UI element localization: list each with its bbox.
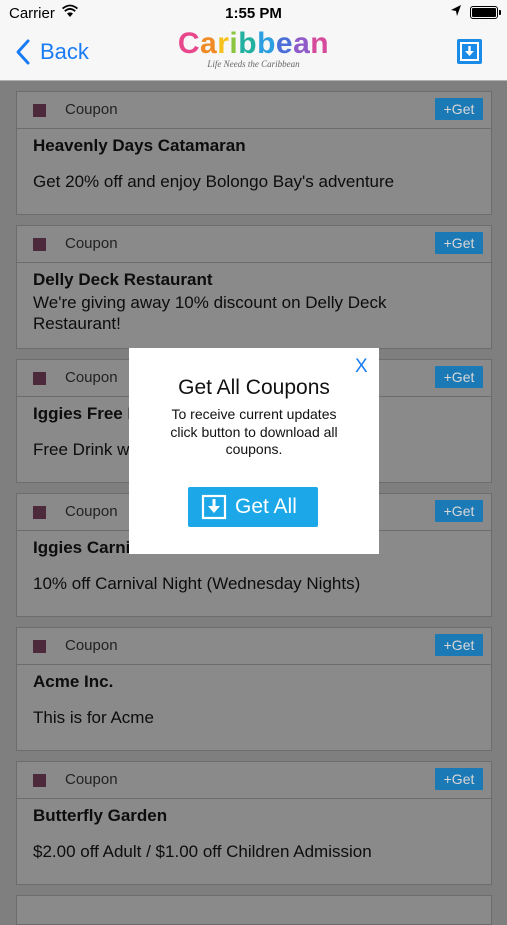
coupon-card: Coupon +Get Delly Deck Restaurant We're … (16, 225, 492, 349)
coupon-title: Delly Deck Restaurant (33, 270, 213, 289)
coupon-title: Iggies Free D (33, 404, 140, 423)
coupon-description: Get 20% off and enjoy Bolongo Bay's adve… (33, 172, 395, 191)
coupon-title: Butterfly Garden (33, 806, 168, 825)
app-logo: Caribbean Life Needs the Caribbean (0, 27, 507, 70)
coupon-type-label: Coupon (65, 235, 118, 252)
coupon-title: Iggies Carniv (33, 538, 140, 557)
get-coupon-button[interactable]: +Get (435, 232, 483, 254)
status-bar: Carrier 1:55 PM (0, 0, 507, 26)
coupon-title: Acme Inc. (33, 672, 114, 691)
logo-wordmark: Caribbean (177, 27, 330, 60)
coupon-description: This is for Acme (33, 708, 154, 727)
get-coupon-button[interactable]: +Get (435, 768, 483, 790)
coupon-card: Coupon +Get Heavenly Days Catamaran Get … (16, 91, 492, 215)
logo-tagline: Life Needs the Caribbean (207, 59, 300, 69)
coupon-marker-icon (33, 640, 46, 653)
coupon-card: Coupon +Get Butterfly Garden $2.00 off A… (16, 761, 492, 885)
download-icon (460, 42, 479, 61)
coupon-description: 10% off Carnival Night (Wednesday Nights… (33, 574, 361, 593)
get-all-coupons-dialog: X Get All Coupons To receive current upd… (129, 348, 379, 554)
coupon-marker-icon (33, 506, 46, 519)
coupon-description: We're giving away 10% discount on Delly … (33, 293, 387, 333)
coupon-title: Heavenly Days Catamaran (33, 136, 246, 155)
dialog-message: To receive current updates click button … (170, 406, 338, 457)
get-coupon-button[interactable]: +Get (435, 500, 483, 522)
coupon-card-header: Coupon +Get (17, 628, 491, 665)
coupon-marker-icon (33, 774, 46, 787)
download-all-button[interactable] (457, 39, 482, 64)
coupon-type-label: Coupon (65, 503, 118, 520)
coupon-marker-icon (33, 238, 46, 251)
clock: 1:55 PM (225, 5, 282, 22)
get-coupon-button[interactable]: +Get (435, 98, 483, 120)
navigation-bar: Back Caribbean Life Needs the Caribbean (0, 26, 507, 81)
coupon-description: $2.00 off Adult / $1.00 off Children Adm… (33, 842, 372, 861)
close-button[interactable]: X (355, 356, 368, 378)
coupon-type-label: Coupon (65, 369, 118, 386)
coupon-marker-icon (33, 372, 46, 385)
coupon-type-label: Coupon (65, 101, 118, 118)
coupon-card-header: Coupon +Get (17, 762, 491, 799)
coupon-marker-icon (33, 104, 46, 117)
dialog-title: Get All Coupons (178, 376, 330, 399)
coupon-card-header: Coupon +Get (17, 226, 491, 263)
get-coupon-button[interactable]: +Get (435, 366, 483, 388)
coupon-card-header: Coupon +Get (17, 92, 491, 129)
coupon-type-label: Coupon (65, 771, 118, 788)
battery-icon (470, 6, 501, 19)
get-coupon-button[interactable]: +Get (435, 634, 483, 656)
coupon-card: Coupon +Get Acme Inc. This is for Acme (16, 627, 492, 751)
get-all-label: Get All (235, 495, 297, 518)
location-arrow-icon (450, 4, 462, 22)
get-all-button[interactable]: Get All (188, 487, 318, 527)
download-icon (201, 494, 227, 520)
coupon-type-label: Coupon (65, 637, 118, 654)
